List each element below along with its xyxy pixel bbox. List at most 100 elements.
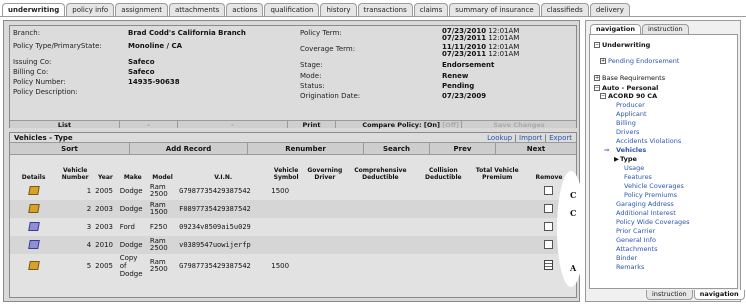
tab-classifieds[interactable]: classifieds <box>540 3 589 17</box>
nav-item-type[interactable]: ▶ Type <box>614 155 637 163</box>
nav-item-vehicles[interactable]: ⇒ Vehicles <box>604 146 646 154</box>
collapse-icon[interactable]: − <box>594 85 600 91</box>
table-row: 3 2003 Ford F250 09234v8509ai5u029 <box>10 218 576 236</box>
sort-button[interactable]: Sort <box>10 143 130 154</box>
nav-item-label: Producer <box>616 101 645 109</box>
list-button[interactable]: List <box>10 121 120 129</box>
edit-details-icon[interactable] <box>27 185 40 195</box>
nav-tab-navigation[interactable]: navigation <box>590 24 641 34</box>
nav-item-label: Garaging Address <box>616 200 674 208</box>
total-premium <box>473 182 522 200</box>
nav-item-policy-wide-coverages[interactable]: Policy Wide Coverages <box>616 218 690 226</box>
nav-item-base-requirements[interactable]: + Base Requirements <box>594 74 665 82</box>
tab-underwriting[interactable]: underwriting <box>2 3 66 17</box>
vehicles-action-bar: Sort Add Record Renumber Search Prev Next <box>10 143 576 155</box>
nav-bottom-tab-instruction[interactable]: instruction <box>646 290 693 300</box>
nav-item-garaging-address[interactable]: Garaging Address <box>616 200 674 208</box>
collision-deductible <box>414 200 473 218</box>
copy-record-icon[interactable] <box>544 260 554 270</box>
nav-item-binder[interactable]: Binder <box>616 254 637 262</box>
billing-value: Safeco <box>128 68 155 76</box>
nav-item-label: Auto - Personal <box>602 84 659 92</box>
expand-icon[interactable]: + <box>600 58 606 64</box>
details-cell <box>10 182 57 200</box>
export-link[interactable]: Export <box>549 134 572 142</box>
nav-item-label: Usage <box>624 164 645 172</box>
nav-item-label: Binder <box>616 254 638 262</box>
lookup-link[interactable]: Lookup <box>487 134 512 142</box>
nav-item-attachments[interactable]: Attachments <box>616 245 658 253</box>
nav-item-additional-interest[interactable]: Additional Interest <box>616 209 676 217</box>
nav-item-underwriting[interactable]: − Underwriting <box>594 41 650 49</box>
tab-delivery[interactable]: delivery <box>589 3 630 17</box>
collapse-icon[interactable]: − <box>600 93 606 99</box>
tab-summary-of-insurance[interactable]: summary of insurance <box>449 3 540 17</box>
nav-item-remarks[interactable]: Remarks <box>616 263 644 271</box>
edit-details-icon[interactable] <box>27 260 40 270</box>
collapse-icon[interactable]: − <box>594 42 600 48</box>
coverage-term-end-time: 12:01AM <box>488 50 520 58</box>
nav-item-pending-endorsement[interactable]: + Pending Endorsement <box>600 57 679 65</box>
nav-item-vehicle-coverages[interactable]: Vehicle Coverages <box>624 182 684 190</box>
origination-value: 07/23/2009 <box>442 92 487 100</box>
nav-item-policy-premiums[interactable]: Policy Premiums <box>624 191 677 199</box>
expand-icon[interactable]: + <box>594 75 600 81</box>
remove-checkbox[interactable] <box>544 203 554 213</box>
next-button[interactable]: Next <box>496 143 576 154</box>
nav-item-drivers[interactable]: Drivers <box>616 128 639 136</box>
compare-policy-off[interactable]: [Off] <box>442 121 459 129</box>
nav-item-accidents-violations[interactable]: Accidents Violations <box>616 137 681 145</box>
import-link[interactable]: Import <box>519 134 542 142</box>
nav-item-billing[interactable]: Billing <box>616 119 636 127</box>
nav-bottom-tab-navigation[interactable]: navigation <box>693 290 745 300</box>
nav-item-acord-90-ca[interactable]: − ACORD 90 CA <box>600 92 657 100</box>
policy-term-end: 07/23/2011 <box>442 34 487 42</box>
nav-item-label: Attachments <box>616 245 658 253</box>
tab-history[interactable]: history <box>320 3 357 17</box>
renumber-button[interactable]: Renumber <box>248 143 364 154</box>
nav-item-prior-carrier[interactable]: Prior Carrier <box>616 227 655 235</box>
column-header: Details <box>21 174 46 181</box>
table-row: 1 2005 Dodge Ram 2500 G7987735429387542 1500 <box>10 182 576 200</box>
remove-checkbox[interactable] <box>544 239 554 249</box>
tab-assignment[interactable]: assignment <box>115 3 168 17</box>
tab-attachments[interactable]: attachments <box>168 3 226 17</box>
nav-tab-instruction[interactable]: instruction <box>641 24 689 34</box>
vehicle-symbol <box>269 200 303 218</box>
tab-transactions[interactable]: transactions <box>357 3 413 17</box>
collision-deductible <box>414 218 472 236</box>
nav-item-general-info[interactable]: General Info <box>616 236 656 244</box>
column-header: Year <box>97 174 113 181</box>
nav-item-label: General Info <box>616 236 656 244</box>
governing-driver <box>303 254 347 278</box>
search-button[interactable]: Search <box>364 143 430 154</box>
tab-policy-info[interactable]: policy info <box>66 3 115 17</box>
add-record-button[interactable]: Add Record <box>130 143 248 154</box>
tab-qualification[interactable]: qualification <box>264 3 320 17</box>
edit-details-icon[interactable] <box>27 221 40 231</box>
tab-claims[interactable]: claims <box>413 3 449 17</box>
vehicle-number: 3 <box>86 223 92 231</box>
remove-checkbox[interactable] <box>544 221 554 231</box>
link-separator: | <box>512 134 520 142</box>
branch-label: Branch: <box>13 29 41 37</box>
nav-item-auto-personal[interactable]: − Auto - Personal <box>594 84 658 92</box>
print-button[interactable]: Print <box>288 121 336 129</box>
nav-item-producer[interactable]: Producer <box>616 101 645 109</box>
column-header: Vehicle Symbol <box>273 167 299 181</box>
collision-deductible <box>414 182 472 200</box>
compare-policy-on[interactable]: Compare Policy: [On] <box>362 121 440 129</box>
edit-details-icon[interactable] <box>27 203 40 213</box>
nav-item-features[interactable]: Features <box>624 173 652 181</box>
edit-details-icon[interactable] <box>27 239 40 249</box>
prev-button[interactable]: Prev <box>430 143 496 154</box>
column-header: Collision Deductible <box>425 167 462 181</box>
total-premium <box>472 236 522 254</box>
column-header: Vehicle Number <box>61 167 89 181</box>
nav-item-usage[interactable]: Usage <box>624 164 644 172</box>
tab-actions[interactable]: actions <box>226 3 264 17</box>
remove-checkbox[interactable] <box>544 185 554 195</box>
vehicle-make: Dodge <box>117 200 148 218</box>
nav-item-applicant[interactable]: Applicant <box>616 110 647 118</box>
save-changes-button[interactable]: Save Changes <box>462 121 576 129</box>
